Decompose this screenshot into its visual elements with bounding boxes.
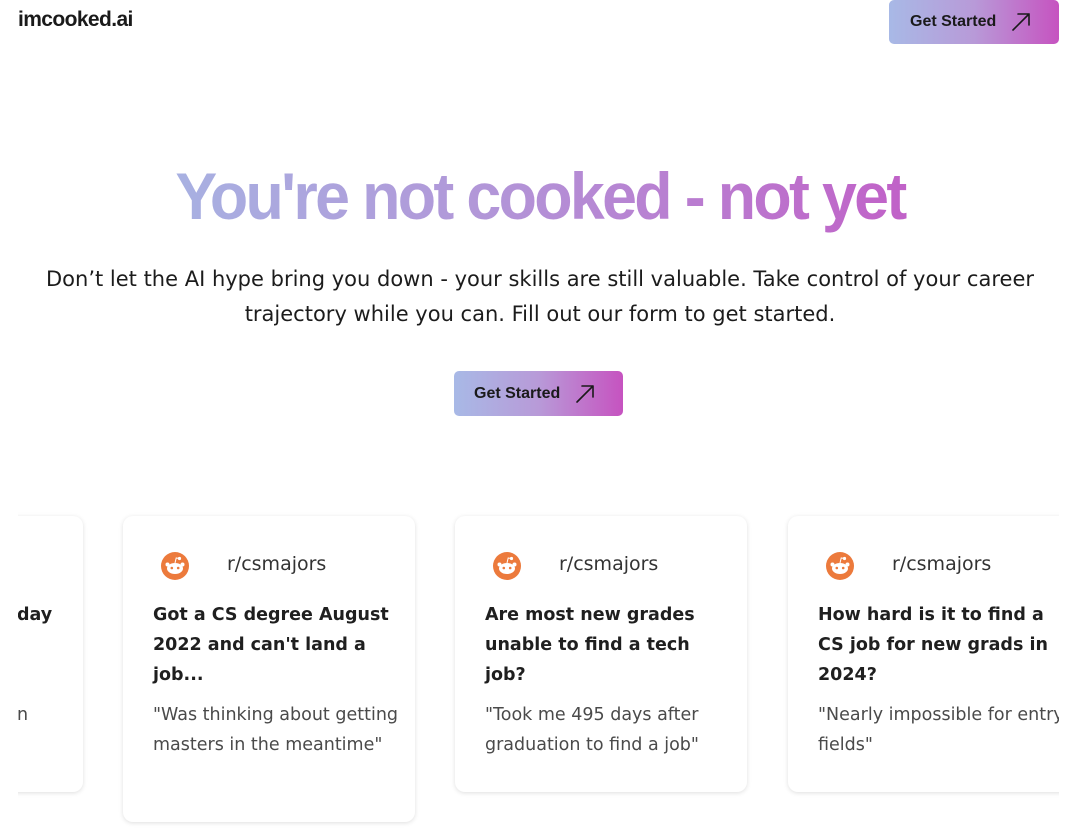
hero-get-started-label: Get Started	[474, 384, 561, 402]
header-get-started-button[interactable]: Get Started	[889, 0, 1059, 44]
subreddit-name: r/csmajors	[892, 553, 992, 575]
card-title: day	[17, 605, 53, 625]
page-right-gutter	[1059, 0, 1092, 828]
reddit-post-card[interactable]: r/csmajors Got a CS degree August 2022 a…	[123, 516, 415, 822]
card-header: r/csmajors	[153, 550, 403, 584]
header-get-started-label: Get Started	[910, 13, 997, 30]
card-quote: "Took me 495 days after graduation to fi…	[485, 705, 699, 755]
card-header: r/csmajors	[485, 550, 735, 584]
subreddit-name: r/csmajors	[559, 553, 659, 575]
site-logo[interactable]: imcooked.ai	[18, 8, 133, 32]
reddit-post-card[interactable]: r/csmajors Are most new grades unable to…	[455, 516, 747, 792]
card-title: How hard is it to find a CS job for new …	[818, 605, 1048, 685]
landing-page: imcooked.ai Get Started You're not cooke…	[0, 0, 1092, 828]
card-quote: "Nearly impossible for entry fields"	[818, 705, 1064, 755]
card-title: Are most new grades unable to find a tec…	[485, 605, 695, 685]
arrow-up-right-icon	[1010, 11, 1032, 33]
card-quote: "Was thinking about getting masters in t…	[153, 705, 399, 755]
reddit-icon	[493, 552, 521, 580]
subreddit-name: r/csmajors	[227, 553, 327, 575]
hero-title: You're not cooked - not yet	[27, 158, 1053, 234]
arrow-up-right-icon	[574, 383, 596, 405]
carousel-left-edge	[0, 500, 18, 828]
reddit-icon	[826, 552, 854, 580]
card-title: Got a CS degree August 2022 and can't la…	[153, 605, 389, 685]
reddit-icon	[161, 552, 189, 580]
hero-get-started-button[interactable]: Get Started	[454, 371, 623, 416]
hero-subtitle: Don’t let the AI hype bring you down - y…	[46, 267, 1034, 326]
card-quote: n	[17, 705, 29, 725]
reddit-post-card[interactable]: r/csmajors How hard is it to find a CS j…	[788, 516, 1080, 792]
card-header: r/csmajors	[818, 550, 1068, 584]
